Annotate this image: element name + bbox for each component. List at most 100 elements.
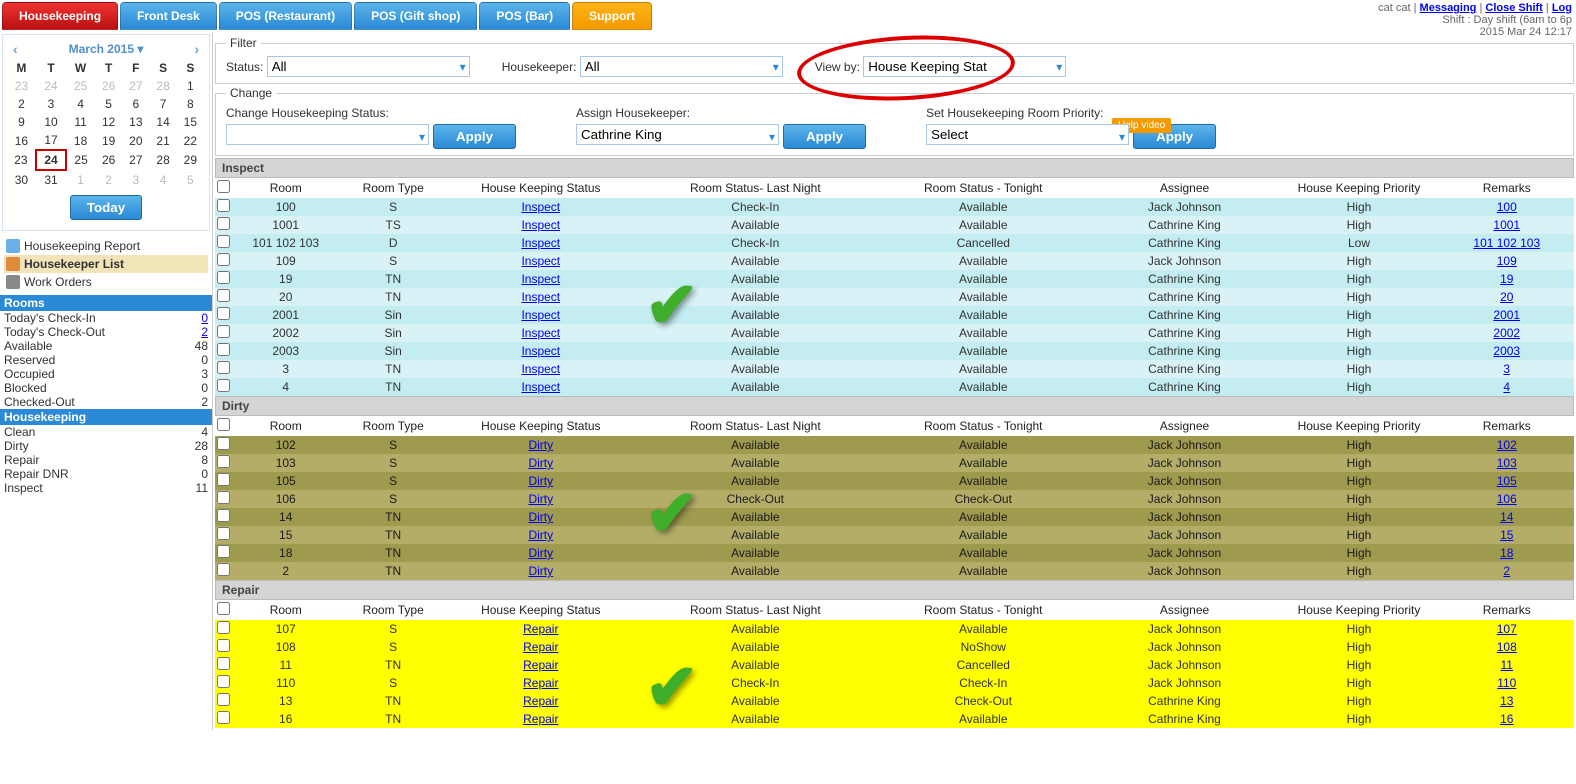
calendar-day[interactable]: 27: [122, 150, 149, 170]
today-button[interactable]: Today: [70, 195, 142, 220]
housekeeper-select[interactable]: [580, 56, 783, 77]
calendar-day[interactable]: 10: [36, 113, 66, 131]
row-checkbox[interactable]: [217, 639, 230, 652]
hk-status-link[interactable]: Repair: [523, 658, 558, 672]
calendar-day[interactable]: 25: [66, 77, 95, 95]
remarks-link[interactable]: 2003: [1493, 344, 1520, 358]
calendar-day[interactable]: 5: [95, 95, 122, 113]
hk-status-link[interactable]: Dirty: [528, 474, 553, 488]
calendar-day[interactable]: 24: [36, 150, 66, 170]
remarks-link[interactable]: 18: [1500, 546, 1513, 560]
row-checkbox[interactable]: [217, 379, 230, 392]
row-checkbox[interactable]: [217, 491, 230, 504]
hk-status-link[interactable]: Repair: [523, 622, 558, 636]
hk-status-link[interactable]: Inspect: [521, 272, 560, 286]
hk-status-link[interactable]: Inspect: [521, 218, 560, 232]
row-checkbox[interactable]: [217, 199, 230, 212]
remarks-link[interactable]: 11: [1501, 658, 1513, 672]
row-checkbox[interactable]: [217, 711, 230, 724]
assign-hk-select[interactable]: [576, 124, 779, 145]
row-checkbox[interactable]: [217, 545, 230, 558]
remarks-link[interactable]: 13: [1500, 694, 1513, 708]
hk-status-link[interactable]: Inspect: [521, 380, 560, 394]
calendar-day[interactable]: 13: [122, 113, 149, 131]
calendar-day[interactable]: 1: [66, 170, 95, 189]
row-checkbox[interactable]: [217, 437, 230, 450]
tab-pos-restaurant[interactable]: POS (Restaurant): [219, 2, 352, 30]
tab-support[interactable]: Support: [572, 2, 652, 30]
hk-status-link[interactable]: Dirty: [528, 438, 553, 452]
priority-select[interactable]: [926, 124, 1129, 145]
calendar-day[interactable]: 5: [177, 170, 204, 189]
hk-status-link[interactable]: Inspect: [521, 326, 560, 340]
remarks-link[interactable]: 105: [1497, 474, 1517, 488]
remarks-link[interactable]: 3: [1503, 362, 1510, 376]
row-checkbox[interactable]: [217, 473, 230, 486]
hk-status-link[interactable]: Inspect: [521, 236, 560, 250]
remarks-link[interactable]: 2: [1503, 564, 1510, 578]
remarks-link[interactable]: 20: [1500, 290, 1513, 304]
cal-prev-icon[interactable]: ‹: [13, 41, 18, 57]
hk-status-link[interactable]: Inspect: [521, 290, 560, 304]
row-checkbox[interactable]: [217, 527, 230, 540]
hk-status-link[interactable]: Inspect: [521, 308, 560, 322]
row-checkbox[interactable]: [217, 253, 230, 266]
calendar-day[interactable]: 20: [122, 131, 149, 150]
remarks-link[interactable]: 103: [1497, 456, 1517, 470]
remarks-link[interactable]: 100: [1497, 200, 1517, 214]
hk-status-link[interactable]: Dirty: [528, 492, 553, 506]
calendar-day[interactable]: 23: [7, 150, 36, 170]
select-all-checkbox[interactable]: [217, 180, 230, 193]
hk-status-link[interactable]: Repair: [523, 640, 558, 654]
remarks-link[interactable]: 16: [1500, 712, 1513, 726]
calendar-day[interactable]: 3: [36, 95, 66, 113]
row-checkbox[interactable]: [217, 509, 230, 522]
row-checkbox[interactable]: [217, 455, 230, 468]
hk-status-link[interactable]: Inspect: [521, 362, 560, 376]
row-checkbox[interactable]: [217, 289, 230, 302]
calendar-day[interactable]: 19: [95, 131, 122, 150]
hk-status-link[interactable]: Repair: [523, 694, 558, 708]
remarks-link[interactable]: 4: [1503, 380, 1510, 394]
calendar-day[interactable]: 6: [122, 95, 149, 113]
remarks-link[interactable]: 107: [1497, 622, 1517, 636]
calendar-day[interactable]: 23: [7, 77, 36, 95]
calendar-day[interactable]: 28: [149, 77, 176, 95]
status-select[interactable]: [267, 56, 470, 77]
calendar-day[interactable]: 26: [95, 150, 122, 170]
calendar-day[interactable]: 31: [36, 170, 66, 189]
cal-title[interactable]: March 2015 ▾: [69, 42, 144, 56]
hk-status-link[interactable]: Inspect: [521, 254, 560, 268]
row-checkbox[interactable]: [217, 307, 230, 320]
viewby-select[interactable]: [863, 56, 1066, 77]
calendar-day[interactable]: 2: [95, 170, 122, 189]
select-all-checkbox[interactable]: [217, 418, 230, 431]
remarks-link[interactable]: 14: [1500, 510, 1513, 524]
calendar-day[interactable]: 28: [149, 150, 176, 170]
hk-status-link[interactable]: Inspect: [521, 344, 560, 358]
link-close-shift[interactable]: Close Shift: [1485, 2, 1542, 14]
calendar-day[interactable]: 3: [122, 170, 149, 189]
calendar-day[interactable]: 27: [122, 77, 149, 95]
calendar-day[interactable]: 17: [36, 131, 66, 150]
remarks-link[interactable]: 2002: [1493, 326, 1520, 340]
calendar-day[interactable]: 29: [177, 150, 204, 170]
row-checkbox[interactable]: [217, 675, 230, 688]
row-checkbox[interactable]: [217, 343, 230, 356]
remarks-link[interactable]: 15: [1500, 528, 1513, 542]
calendar-day[interactable]: 4: [149, 170, 176, 189]
change-status-select[interactable]: [226, 124, 429, 145]
calendar-day[interactable]: 9: [7, 113, 36, 131]
row-checkbox[interactable]: [217, 361, 230, 374]
calendar-day[interactable]: 4: [66, 95, 95, 113]
remarks-link[interactable]: 101 102 103: [1473, 236, 1540, 250]
sidebar-item[interactable]: Housekeeper List: [4, 255, 208, 273]
hk-status-link[interactable]: Dirty: [528, 456, 553, 470]
calendar-day[interactable]: 14: [149, 113, 176, 131]
calendar-day[interactable]: 12: [95, 113, 122, 131]
link-messaging[interactable]: Messaging: [1420, 2, 1477, 14]
calendar-day[interactable]: 11: [66, 113, 95, 131]
calendar-day[interactable]: 30: [7, 170, 36, 189]
row-checkbox[interactable]: [217, 657, 230, 670]
hk-status-link[interactable]: Dirty: [528, 564, 553, 578]
